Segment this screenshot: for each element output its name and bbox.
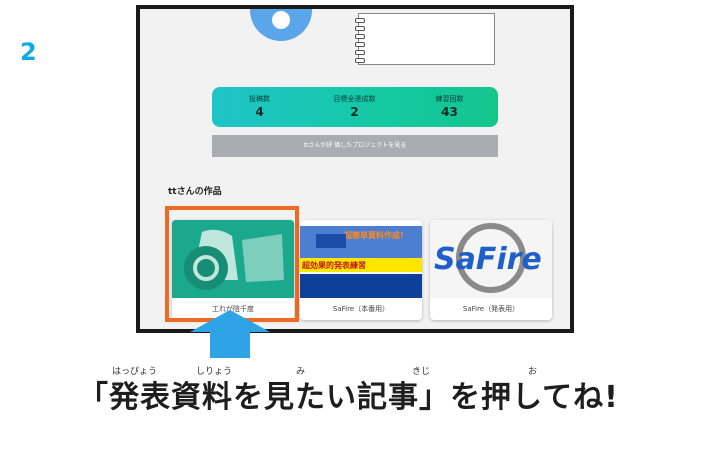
work-thumbnail: SaFire [430,220,552,298]
work-card-caption: SaFire（発表用） [462,305,520,313]
work-card-2[interactable]: 超簡単資料作成! 超効果的発表練習 SaFire（本番用） [300,220,422,320]
work-thumbnail: 超簡単資料作成! 超効果的発表練習 [300,220,422,298]
stat-practice-value: 43 [441,105,458,119]
step-number: 2 [20,38,37,66]
stat-practice-label: 練習回数 [435,95,464,103]
screenshot-frame: 投稿数 4 目標全達成数 2 練習回数 43 ttさんが評 価したプロジェクトを… [136,5,574,333]
stat-practice: 練習回数 43 [402,87,497,127]
works-title: ttさんの作品 [168,187,222,197]
stat-goals-label: 目標全達成数 [333,95,376,103]
arrow-up-icon [190,310,270,332]
stat-posts-label: 投稿数 [249,95,270,103]
work-card-caption: SaFire（本番用） [332,305,390,313]
view-evaluated-projects-button[interactable]: ttさんが評 価したプロジェクトを見る [212,135,498,157]
stat-posts: 投稿数 4 [212,87,307,127]
notebook-image [355,13,495,65]
highlight-box [165,206,299,322]
instruction-text: 「発表資料を見たい記事」を押してね! [78,380,619,415]
thumb-text-1: 超簡単資料作成! [344,231,404,240]
stat-goals: 目標全達成数 2 [307,87,402,127]
stat-goals-value: 2 [350,105,359,119]
thumb-text-2: 超効果的発表練習 [302,261,366,270]
work-card-3[interactable]: SaFire SaFire（発表用） [430,220,552,320]
arrow-stem [210,330,250,358]
thumb-logo: SaFire [434,242,542,277]
stat-posts-value: 4 [255,105,264,119]
user-avatar[interactable] [250,9,312,41]
stats-panel: 投稿数 4 目標全達成数 2 練習回数 43 [212,87,498,127]
